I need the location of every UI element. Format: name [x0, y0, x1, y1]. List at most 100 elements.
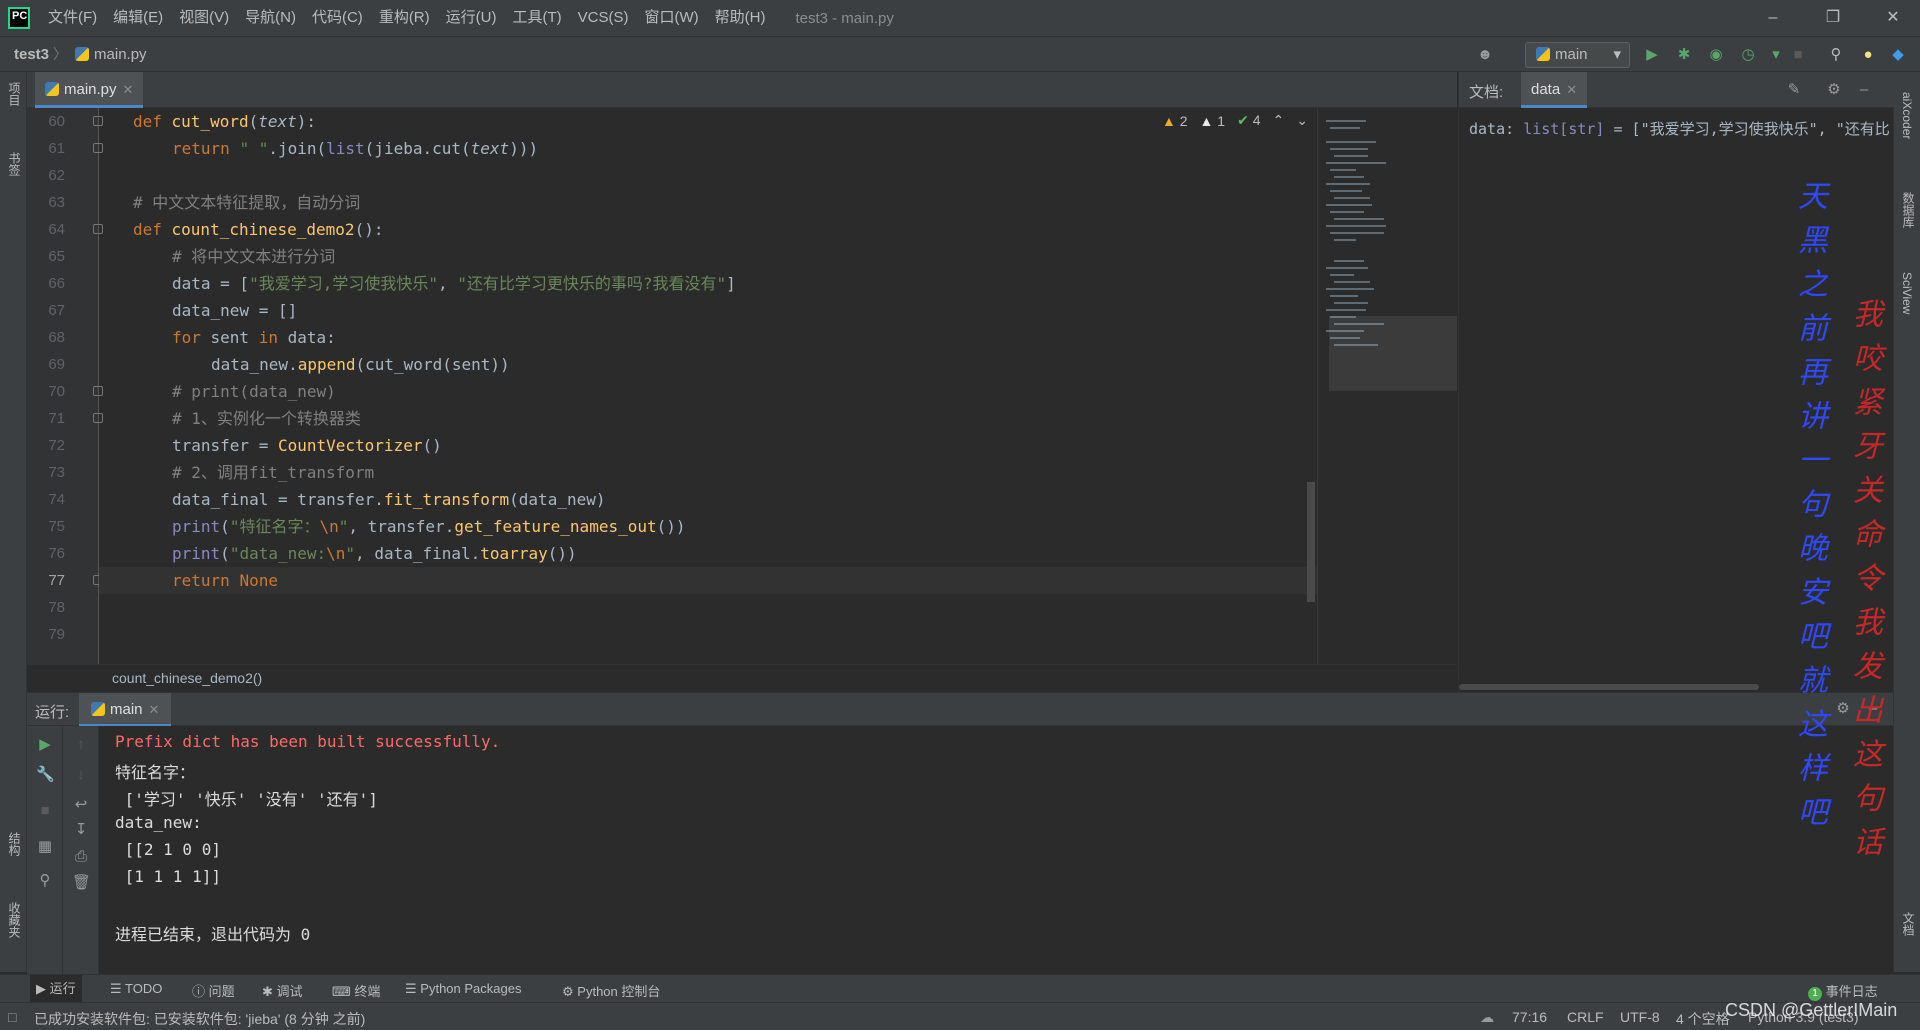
tool-python-console[interactable]: ⚙ Python 控制台 — [562, 981, 660, 1000]
indent-setting[interactable]: 4 个空格 — [1676, 1009, 1730, 1029]
minimize-icon[interactable]: – — [1746, 0, 1800, 36]
database-tool-button[interactable]: 数据库 — [1900, 192, 1917, 228]
tool-event-log[interactable]: 1 事件日志 — [1808, 981, 1878, 1001]
menu-navigate[interactable]: 导航(N) — [237, 0, 304, 36]
fold-marker-icon[interactable] — [93, 224, 103, 234]
minimap-viewport[interactable] — [1329, 316, 1457, 391]
minimap-line — [1334, 176, 1364, 178]
menu-window[interactable]: 窗口(W) — [636, 0, 706, 36]
editor-scrollbar[interactable] — [1307, 482, 1315, 602]
cloud-icon[interactable]: ☁ — [1480, 1009, 1494, 1026]
soft-wrap-icon[interactable]: ↩ — [72, 796, 90, 814]
arrow-down-icon[interactable]: ↓ — [72, 766, 90, 784]
chevron-down-icon[interactable]: ⌄ — [1296, 112, 1308, 129]
menu-vcs[interactable]: VCS(S) — [570, 0, 637, 36]
doc-tab-data[interactable]: data ✕ — [1521, 72, 1588, 108]
layout-toggle-icon[interactable]: □ — [8, 1009, 16, 1025]
menu-edit[interactable]: 编辑(E) — [105, 0, 171, 36]
rerun-icon[interactable]: ▶ — [36, 736, 54, 754]
more-run-icon[interactable]: ▾ — [1766, 45, 1786, 65]
close-tab-icon[interactable]: ✕ — [123, 82, 134, 97]
favorites-tool-button[interactable]: 收藏夹 — [6, 902, 23, 938]
file-encoding[interactable]: UTF-8 — [1620, 1009, 1660, 1025]
code-text: data_new. — [211, 355, 298, 374]
fold-marker-icon[interactable] — [93, 413, 103, 423]
status-message[interactable]: 已成功安装软件包: 已安装软件包: 'jieba' (8 分钟 之前) — [34, 1009, 365, 1029]
tool-run[interactable]: ▶ 运行 — [30, 975, 82, 1003]
arrow-up-icon[interactable]: ↑ — [72, 736, 90, 754]
code-text: (jieba. — [364, 139, 433, 158]
print-icon[interactable]: ⎙ — [72, 848, 90, 866]
pin-icon[interactable]: ⚲ — [36, 872, 54, 890]
structure-tool-button[interactable]: 结构 — [6, 832, 23, 856]
run-tab-main[interactable]: main ✕ — [79, 693, 172, 727]
close-tab-icon[interactable]: ✕ — [1566, 82, 1577, 97]
code-text: cut_word — [365, 355, 443, 374]
close-window-icon[interactable]: ✕ — [1866, 0, 1920, 36]
run-icon[interactable]: ▶ — [1642, 45, 1662, 65]
code-area[interactable]: def cut_word(text): return " ".join(list… — [107, 108, 1327, 664]
tool-todo[interactable]: ☰ TODO — [110, 981, 162, 997]
menu-file[interactable]: 文件(F) — [40, 0, 105, 36]
doc-horizontal-scrollbar[interactable] — [1459, 684, 1759, 690]
restore-icon[interactable]: ❐ — [1806, 0, 1860, 36]
search-icon[interactable]: ⚲ — [1826, 45, 1846, 65]
hide-icon[interactable]: – — [1854, 80, 1874, 100]
fold-marker-icon[interactable] — [93, 116, 103, 126]
menu-help[interactable]: 帮助(H) — [707, 0, 774, 36]
run-console[interactable]: Prefix dict has been built successfully.… — [99, 726, 1893, 974]
tool-problems[interactable]: ⓘ 问题 — [192, 981, 235, 1000]
wrench-icon[interactable]: 🔧 — [36, 766, 55, 784]
update-icon[interactable]: ● — [1858, 45, 1878, 65]
python-file-icon — [75, 46, 90, 61]
menu-refactor[interactable]: 重构(R) — [371, 0, 438, 36]
weak-warning-count[interactable]: ▲ 1 — [1200, 113, 1226, 129]
menu-run[interactable]: 运行(U) — [438, 0, 505, 36]
bookmarks-tool-button[interactable]: 书签 — [6, 152, 23, 176]
menu-view[interactable]: 视图(V) — [171, 0, 237, 36]
trash-icon[interactable]: 🗑 — [72, 874, 91, 892]
breadcrumb-project[interactable]: test3 — [14, 46, 49, 63]
builtin: print — [172, 544, 221, 563]
fold-marker-icon[interactable] — [93, 386, 103, 396]
breadcrumb-file-label: main.py — [94, 45, 147, 63]
menu-code[interactable]: 代码(C) — [304, 0, 371, 36]
edit-icon[interactable]: ✎ — [1784, 80, 1804, 100]
coverage-icon[interactable]: ◉ — [1706, 45, 1726, 65]
tool-terminal[interactable]: ⌨ 终端 — [332, 981, 380, 1000]
inspection-widget[interactable]: ▲ 2 ▲ 1 ✔ 4 ⌃ ⌄ — [1162, 112, 1308, 129]
punct: () — [422, 436, 442, 455]
scroll-to-end-icon[interactable]: ↧ — [72, 821, 90, 839]
run-configuration-select[interactable]: main ▾ — [1525, 42, 1630, 68]
documentation-tool-button[interactable]: 文档 — [1900, 912, 1917, 936]
line-number: 74 — [48, 491, 65, 508]
stop-icon[interactable]: ■ — [36, 802, 54, 820]
builtin: print — [172, 517, 221, 536]
gear-icon[interactable]: ⚙ — [1824, 80, 1844, 100]
menu-tools[interactable]: 工具(T) — [504, 0, 569, 36]
tab-main-py[interactable]: main.py ✕ — [35, 72, 144, 108]
breadcrumb-file[interactable]: main.py — [75, 46, 147, 63]
tool-debug[interactable]: ✱ 调试 — [262, 981, 303, 1000]
tool-python-packages[interactable]: ☰ Python Packages — [405, 981, 521, 997]
stop-icon[interactable]: ■ — [1788, 45, 1808, 65]
tool-debug-label: 调试 — [276, 984, 303, 999]
user-icon[interactable]: ☻ — [1475, 45, 1495, 65]
warning-count[interactable]: ▲ 2 — [1162, 113, 1188, 129]
sciview-tool-button[interactable]: SciView — [1900, 272, 1914, 314]
code-editor[interactable]: 60 61 62 63 64 65 66 67 68 69 70 71 72 7… — [27, 108, 1457, 664]
breadcrumb-function[interactable]: count_chinese_demo2() — [112, 670, 262, 686]
pycharm-logo-icon: PC — [8, 7, 30, 29]
jetbrains-icon[interactable]: ◆ — [1888, 45, 1908, 65]
line-separator[interactable]: CRLF — [1567, 1009, 1604, 1025]
aixcoder-tool-button[interactable]: aiXcoder — [1900, 92, 1914, 139]
typo-count[interactable]: ✔ 4 — [1237, 112, 1260, 129]
debug-icon[interactable]: ✱ — [1674, 45, 1694, 65]
fold-marker-icon[interactable] — [93, 143, 103, 153]
profile-icon[interactable]: ◷ — [1738, 45, 1758, 65]
project-tool-button[interactable]: 项目 — [6, 82, 23, 106]
close-tab-icon[interactable]: ✕ — [149, 702, 160, 717]
chevron-up-icon[interactable]: ⌃ — [1273, 112, 1285, 129]
layout-icon[interactable]: ▦ — [36, 838, 54, 856]
caret-position[interactable]: 77:16 — [1512, 1009, 1547, 1025]
